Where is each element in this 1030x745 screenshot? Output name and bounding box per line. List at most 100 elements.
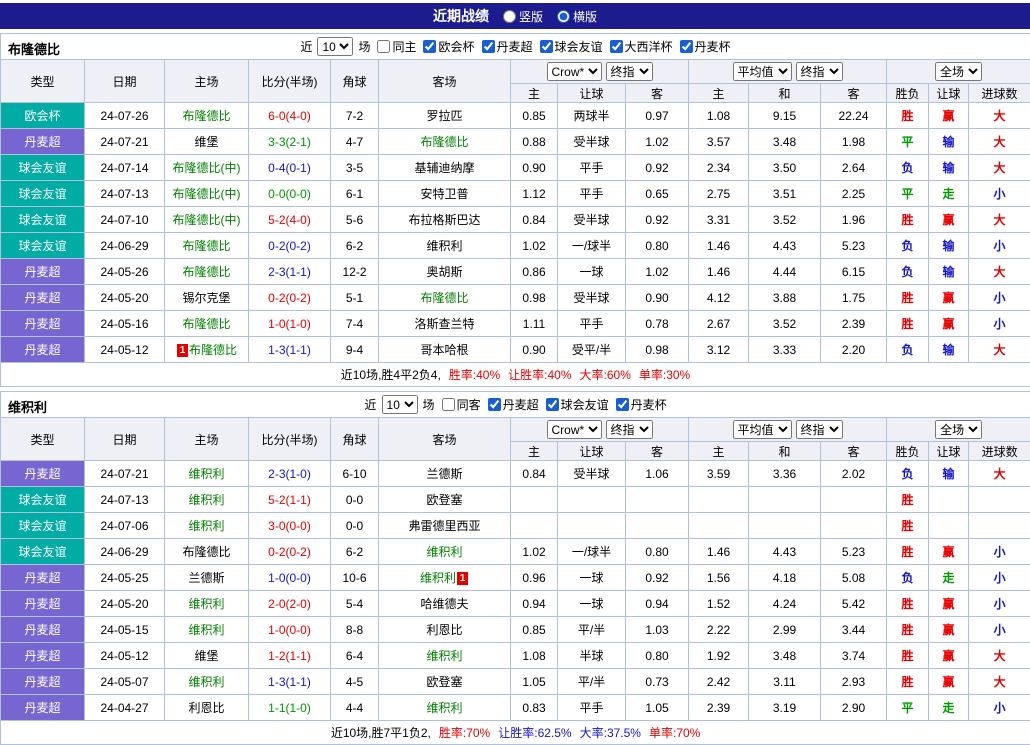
avg-home-odds: 4.12 (689, 285, 749, 311)
bookmaker-select[interactable]: Crow* (547, 62, 602, 81)
section-header: 维积利近10场同客丹麦超球会友谊丹麦杯 (1, 392, 1030, 418)
home-team-name[interactable]: 维积利 (188, 519, 224, 533)
score-header: 比分(半场) (249, 418, 331, 461)
home-team-name[interactable]: 兰德斯 (188, 571, 224, 585)
avg-select[interactable]: 平均值 (733, 62, 792, 81)
away-team-name[interactable]: 利恩比 (426, 623, 462, 637)
same-venue-filter-checkbox[interactable] (377, 40, 390, 53)
odds-type-select[interactable]: 终指 (606, 62, 653, 81)
bookmaker-select[interactable]: Crow* (547, 420, 602, 439)
sub-header-让球: 让球 (929, 442, 969, 461)
same-venue-filter-checkbox[interactable] (442, 398, 455, 411)
layout-option-horizontal[interactable]: 横版 (557, 8, 597, 25)
date-cell: 24-07-21 (85, 461, 165, 487)
home-team-name[interactable]: 布隆德比(中) (173, 161, 241, 175)
handicap-home-odds: 0.90 (511, 155, 558, 181)
league-filter-丹麦超[interactable]: 丹麦超 (482, 38, 533, 55)
away-team-name[interactable]: 布隆德比 (420, 135, 468, 149)
handicap-home-odds: 1.11 (511, 311, 558, 337)
away-team-name[interactable]: 洛斯查兰特 (414, 317, 474, 331)
date-cell: 24-07-06 (85, 513, 165, 539)
league-filter-大西洋杯-checkbox[interactable] (610, 40, 623, 53)
away-team-name[interactable]: 哈维德夫 (420, 597, 468, 611)
league-filter-丹麦超-checkbox[interactable] (488, 398, 501, 411)
scope-select[interactable]: 全场 (935, 420, 982, 439)
away-team-name[interactable]: 安特卫普 (420, 187, 468, 201)
away-team-name[interactable]: 奥胡斯 (426, 265, 462, 279)
league-filter-欧会杯-label: 欧会杯 (438, 38, 474, 55)
league-filter-大西洋杯[interactable]: 大西洋杯 (610, 38, 673, 55)
away-team-name[interactable]: 欧登塞 (426, 675, 462, 689)
league-filter-欧会杯-checkbox[interactable] (423, 40, 436, 53)
home-team-name[interactable]: 布隆德比 (182, 109, 230, 123)
home-team-name[interactable]: 布隆德比 (182, 317, 230, 331)
away-team-name[interactable]: 布隆德比 (420, 291, 468, 305)
home-team-name[interactable]: 维积利 (188, 493, 224, 507)
date-cell: 24-07-13 (85, 181, 165, 207)
handicap-home-odds: 1.02 (511, 233, 558, 259)
odds-type-select[interactable]: 终指 (606, 420, 653, 439)
home-team-name[interactable]: 布隆德比 (182, 545, 230, 559)
scope-select[interactable]: 全场 (935, 62, 982, 81)
league-filter-丹麦杯-checkbox[interactable] (616, 398, 629, 411)
handicap-line: 受平/半 (558, 337, 626, 363)
avg-draw-odds: 3.52 (749, 207, 821, 233)
away-team-name[interactable]: 维积利 (426, 701, 462, 715)
away-team-name[interactable]: 基辅迪纳摩 (414, 161, 474, 175)
avg-away-odds: 1.75 (821, 285, 887, 311)
odds-source-header: Crow*终指 (511, 418, 689, 442)
home-team-name[interactable]: 维堡 (194, 135, 218, 149)
league-filter-球会友谊-checkbox[interactable] (546, 398, 559, 411)
home-team-name[interactable]: 布隆德比 (189, 343, 237, 357)
league-filter-丹麦杯-checkbox[interactable] (680, 40, 693, 53)
away-team-name[interactable]: 维积利 (426, 545, 462, 559)
home-team-name[interactable]: 维积利 (188, 675, 224, 689)
result-cell: 负 (887, 233, 929, 259)
handicap-away-odds: 0.94 (626, 591, 689, 617)
away-team-name[interactable]: 弗雷德里西亚 (408, 519, 480, 533)
away-team-cell: 欧登塞 (379, 669, 511, 695)
away-team-name[interactable]: 布拉格斯巴达 (408, 213, 480, 227)
away-team-name[interactable]: 哥本哈根 (420, 343, 468, 357)
home-team-name[interactable]: 布隆德比 (182, 239, 230, 253)
league-filter-球会友谊-checkbox[interactable] (540, 40, 553, 53)
result-cell: 胜 (887, 591, 929, 617)
away-team-name[interactable]: 罗拉匹 (426, 109, 462, 123)
league-filter-球会友谊[interactable]: 球会友谊 (546, 396, 609, 413)
avg-odds-type-select[interactable]: 终指 (796, 420, 843, 439)
same-venue-filter[interactable]: 同主 (377, 38, 416, 55)
home-team-name[interactable]: 布隆德比(中) (173, 213, 241, 227)
home-team-name[interactable]: 维积利 (188, 623, 224, 637)
league-filter-球会友谊[interactable]: 球会友谊 (540, 38, 603, 55)
same-venue-filter[interactable]: 同客 (442, 396, 481, 413)
home-team-name[interactable]: 维积利 (188, 597, 224, 611)
layout-option-vertical[interactable]: 竖版 (503, 8, 543, 25)
home-team-name[interactable]: 利恩比 (188, 701, 224, 715)
home-team-name[interactable]: 布隆德比(中) (173, 187, 241, 201)
recent-count-select[interactable]: 10 (317, 37, 353, 56)
home-team-name[interactable]: 维积利 (188, 467, 224, 481)
away-team-name[interactable]: 维积利 (426, 239, 462, 253)
league-filter-丹麦超-checkbox[interactable] (482, 40, 495, 53)
away-team-name[interactable]: 维积利 (420, 571, 456, 585)
avg-odds-type-select[interactable]: 终指 (796, 62, 843, 81)
league-filter-丹麦杯[interactable]: 丹麦杯 (680, 38, 731, 55)
recent-count-select[interactable]: 10 (382, 395, 418, 414)
away-team-name[interactable]: 兰德斯 (426, 467, 462, 481)
league-filter-丹麦超[interactable]: 丹麦超 (488, 396, 539, 413)
handicap-home-odds: 0.85 (511, 617, 558, 643)
avg-away-odds: 2.39 (821, 311, 887, 337)
league-filter-丹麦杯[interactable]: 丹麦杯 (616, 396, 667, 413)
home-team-name[interactable]: 锡尔克堡 (182, 291, 230, 305)
away-team-name[interactable]: 欧登塞 (426, 493, 462, 507)
vertical-radio[interactable] (503, 10, 516, 23)
avg-home-odds: 1.08 (689, 103, 749, 129)
home-team-name[interactable]: 布隆德比 (182, 265, 230, 279)
league-filter-欧会杯[interactable]: 欧会杯 (423, 38, 474, 55)
home-team-name[interactable]: 维堡 (194, 649, 218, 663)
avg-select[interactable]: 平均值 (733, 420, 792, 439)
summary-stat: 胜率:70% (439, 726, 490, 740)
horizontal-radio[interactable] (557, 10, 570, 23)
away-team-name[interactable]: 维积利 (426, 649, 462, 663)
league-filter-丹麦杯-label: 丹麦杯 (695, 38, 731, 55)
